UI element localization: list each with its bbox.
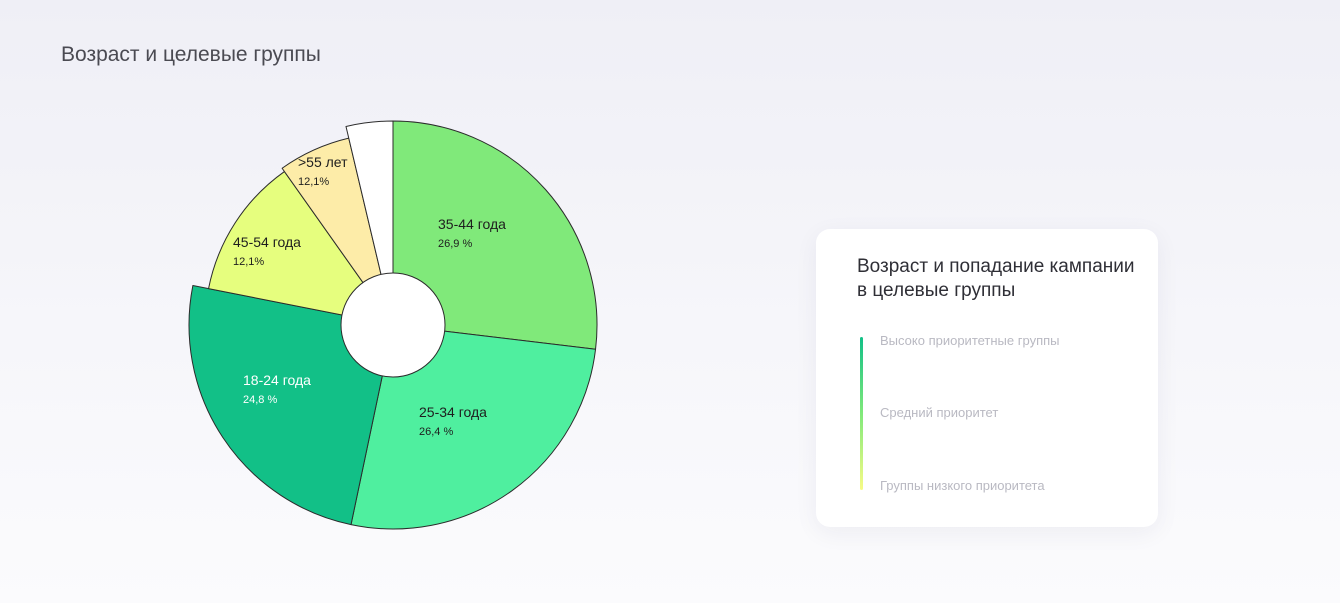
slice-45-54-percent: 12,1%: [233, 256, 264, 268]
priority-gradient-bar: [860, 337, 863, 490]
legend-item-low-priority: Группы низкого приоритета: [880, 478, 1045, 493]
slice-18-24-percent: 24,8 %: [243, 394, 277, 406]
legend-card: Возраст и попадание кампании в целевые г…: [816, 229, 1158, 527]
pie-center-hole: [340, 272, 446, 378]
legend-item-high-priority: Высоко приоритетные группы: [880, 333, 1060, 348]
slice-55-plus-percent: 12,1%: [298, 176, 329, 188]
slice-18-24-label: 18-24 года: [243, 372, 311, 388]
slice-55-plus-label: >55 лет: [298, 154, 348, 170]
slice-25-34-label: 25-34 года: [419, 404, 487, 420]
slice-25-34-percent: 26,4 %: [419, 426, 453, 438]
legend-title: Возраст и попадание кампании в целевые г…: [857, 256, 1135, 301]
slice-35-44-percent: 26,9 %: [438, 238, 472, 250]
slice-45-54-label: 45-54 года: [233, 234, 301, 250]
legend-item-medium-priority: Средний приоритет: [880, 405, 999, 420]
slice-35-44-label: 35-44 года: [438, 216, 506, 232]
